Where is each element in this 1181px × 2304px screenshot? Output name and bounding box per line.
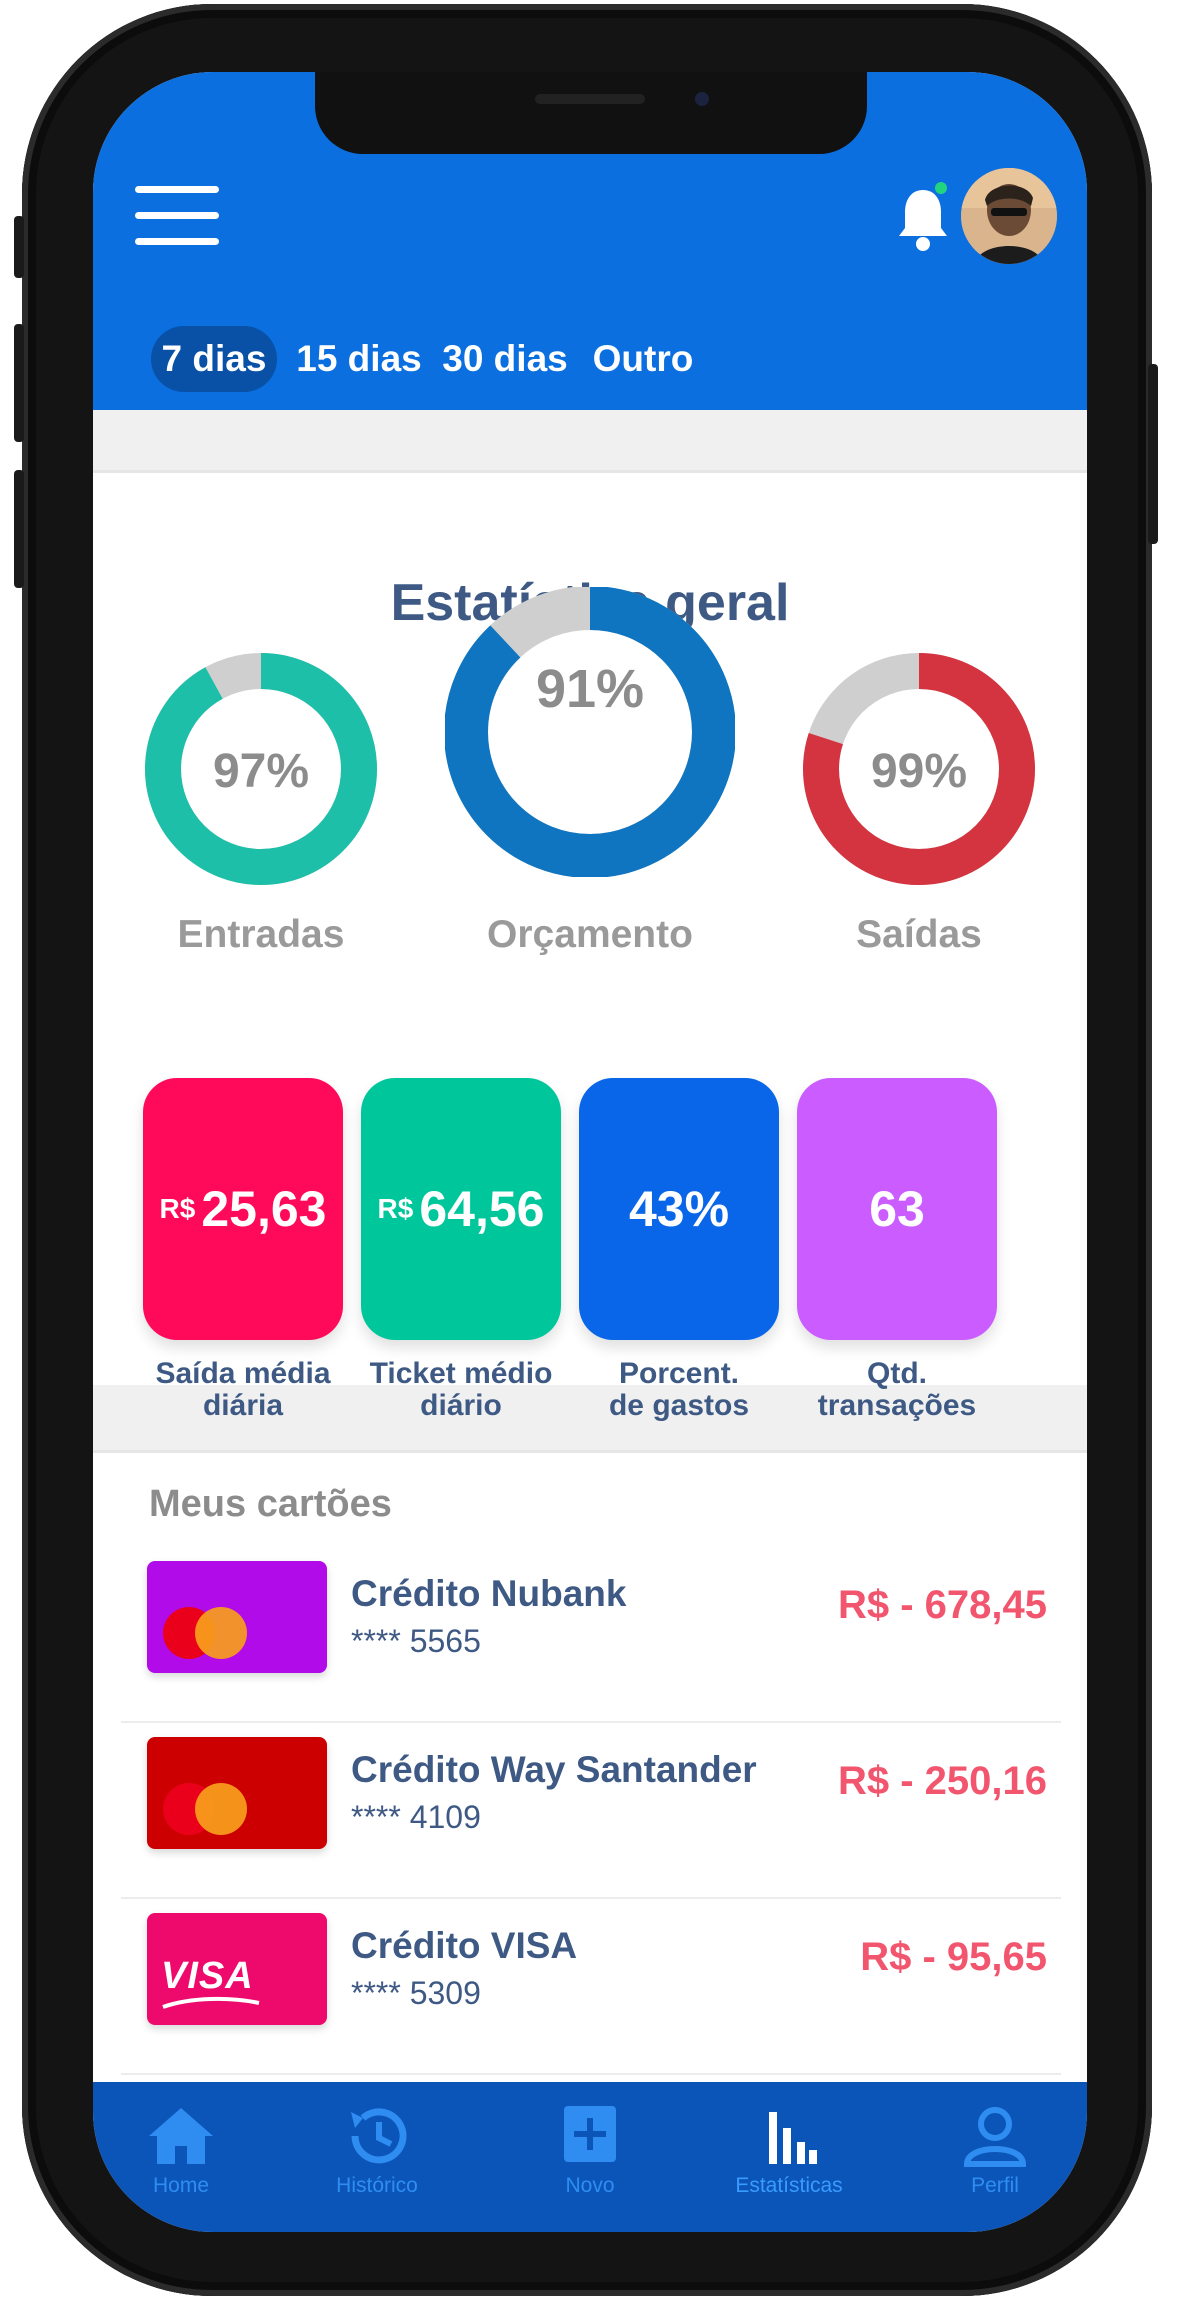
- notification-badge: [935, 182, 947, 194]
- tile-caption-line1: Porcent.: [618, 1357, 740, 1390]
- nav-label: Home: [152, 2174, 210, 2197]
- tab-15-dias[interactable]: 15 dias: [293, 326, 425, 392]
- card-thumbnail: VISA: [147, 1913, 327, 2025]
- nav-perfil[interactable]: Perfil: [915, 2104, 1075, 2198]
- nav-historico[interactable]: Histórico: [297, 2104, 457, 2198]
- tab-outro[interactable]: Outro: [583, 326, 703, 392]
- card-number: **** 4109: [351, 1799, 481, 1835]
- home-icon: [149, 2108, 213, 2164]
- period-tabs: 7 dias 15 dias 30 dias Outro: [93, 326, 1087, 396]
- card-name: Crédito Nubank: [351, 1573, 627, 1614]
- nav-label: Novo: [565, 2174, 615, 2197]
- card-name: Crédito VISA: [351, 1925, 578, 1966]
- history-icon: [351, 2108, 407, 2164]
- card-thumbnail: [147, 1561, 327, 1673]
- nav-label: Histórico: [336, 2174, 418, 2197]
- tile-caption: Porcent. de gastos: [569, 1358, 789, 1422]
- tile-caption-line1: Qtd.: [867, 1357, 927, 1390]
- gauge-entradas-label: Entradas: [177, 913, 345, 956]
- tile-caption: Saída média diária: [133, 1358, 353, 1422]
- section-title: Meus cartões: [149, 1483, 392, 1525]
- tile-caption-line2: diária: [202, 1389, 284, 1422]
- speaker: [535, 94, 645, 104]
- tile-caption-line2: de gastos: [608, 1389, 750, 1422]
- front-camera: [695, 92, 709, 106]
- tile-caption: Ticket médio diário: [351, 1358, 571, 1422]
- bar-chart-icon: [769, 2112, 817, 2164]
- mastercard-logo-icon: [195, 1607, 247, 1659]
- tile-caption: Qtd. transações: [787, 1358, 1007, 1422]
- gauge-entradas: 97%: [145, 653, 377, 885]
- hamburger-menu-icon[interactable]: [135, 186, 219, 248]
- gauge-saidas: 99%: [803, 653, 1035, 885]
- app-screen: 7 dias 15 dias 30 dias Outro Estatística…: [93, 72, 1087, 2232]
- tile-caption-line1: Saída média: [155, 1357, 331, 1390]
- tile-ticket-medio-diario[interactable]: R$ 64,56: [361, 1078, 561, 1340]
- tile-qtd-transacoes[interactable]: 63: [797, 1078, 997, 1340]
- volume-down-button: [14, 470, 24, 588]
- nav-label: Perfil: [971, 2174, 1019, 2197]
- gauge-entradas-value: 97%: [213, 745, 309, 798]
- plus-icon: [564, 2106, 616, 2162]
- gauge-saidas-label: Saídas: [856, 913, 982, 956]
- gauge-orcamento: 91%: [445, 587, 735, 877]
- nav-home[interactable]: Home: [101, 2104, 261, 2198]
- tile-value: 43%: [628, 1181, 730, 1237]
- bottom-navigation: Home Histórico Novo Estatísticas Perfil: [93, 2082, 1087, 2232]
- tile-caption-line1: Ticket médio: [369, 1357, 553, 1390]
- notch: [315, 72, 867, 154]
- nav-label: Estatísticas: [735, 2174, 843, 2197]
- my-cards-section: Meus cartões Crédito Nubank **** 5565 R$…: [93, 1450, 1087, 2103]
- tile-porcent-gastos[interactable]: 43%: [579, 1078, 779, 1340]
- nav-estatisticas[interactable]: Estatísticas: [709, 2104, 869, 2198]
- tile-caption-line2: diário: [420, 1389, 502, 1422]
- tile-value: 64,56: [419, 1181, 545, 1237]
- visa-swoosh-icon: [162, 1996, 260, 2009]
- tile-value: 25,63: [201, 1181, 327, 1237]
- tile-value: 63: [869, 1181, 925, 1237]
- tab-30-dias[interactable]: 30 dias: [433, 326, 577, 392]
- tile-caption-line2: transações: [817, 1389, 977, 1422]
- tile-currency: R$: [159, 1193, 196, 1224]
- general-stats-card: Estatística geral 97% Entradas 91% Orçam…: [93, 470, 1087, 1422]
- card-row-nubank[interactable]: Crédito Nubank **** 5565 R$ - 678,45: [121, 1545, 1061, 1723]
- card-thumbnail: [147, 1737, 327, 1849]
- tab-7-dias[interactable]: 7 dias: [151, 326, 277, 392]
- volume-up-button: [14, 324, 24, 442]
- gauge-orcamento-value: 91%: [536, 659, 644, 719]
- mute-switch: [14, 216, 24, 278]
- card-amount: R$ - 250,16: [837, 1759, 1047, 1803]
- card-row-visa[interactable]: VISA Crédito VISA **** 5309 R$ - 95,65: [121, 1897, 1061, 2075]
- power-button: [1148, 364, 1158, 544]
- card-row-way-santander[interactable]: Crédito Way Santander **** 4109 R$ - 250…: [121, 1721, 1061, 1899]
- tile-saida-media-diaria[interactable]: R$ 25,63: [143, 1078, 343, 1340]
- mastercard-logo-icon: [195, 1783, 247, 1835]
- gauge-orcamento-label: Orçamento: [487, 913, 693, 956]
- card-amount: R$ - 678,45: [837, 1583, 1047, 1627]
- bell-icon[interactable]: [895, 184, 951, 254]
- card-number: **** 5309: [351, 1975, 481, 2011]
- gauge-saidas-value: 99%: [871, 745, 967, 798]
- nav-novo[interactable]: Novo: [510, 2104, 670, 2198]
- gauge-orcamento-arc: [445, 587, 735, 877]
- tile-currency: R$: [377, 1193, 414, 1224]
- card-name: Crédito Way Santander: [351, 1749, 757, 1790]
- user-icon: [963, 2107, 1027, 2167]
- card-amount: R$ - 95,65: [860, 1935, 1047, 1979]
- user-avatar[interactable]: [961, 168, 1057, 264]
- visa-logo-icon: VISA: [161, 1955, 254, 1997]
- card-number: **** 5565: [351, 1623, 481, 1659]
